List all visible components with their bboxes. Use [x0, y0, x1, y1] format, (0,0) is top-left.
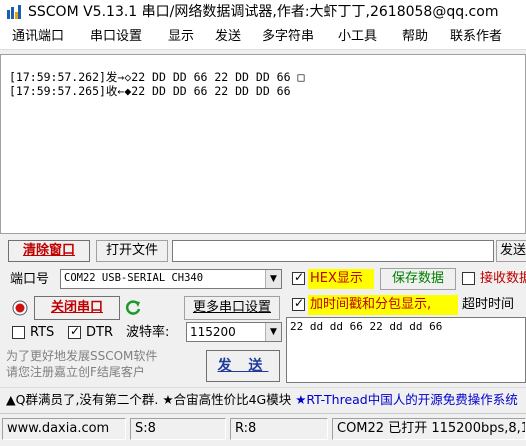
menu-multi-string[interactable]: 多字符串 [262, 28, 314, 46]
hex-display-checkbox[interactable] [292, 270, 305, 285]
promo-line-1: 为了更好地发展SSCOM软件 [6, 349, 158, 363]
timeout-label: 超时时间 [462, 297, 515, 312]
rts-checkbox[interactable] [12, 326, 25, 339]
menu-contact-author[interactable]: 联系作者 [450, 28, 502, 46]
hex-display-label: HEX显示 [310, 271, 363, 286]
refresh-icon[interactable] [124, 299, 142, 317]
menu-tools[interactable]: 小工具 [338, 28, 377, 46]
menu-help[interactable]: 帮助 [402, 28, 428, 46]
baud-rate-select[interactable]: 115200 ▼ [186, 322, 282, 342]
close-port-button[interactable]: 关闭串口 [34, 296, 120, 320]
dtr-label: DTR [86, 325, 113, 340]
open-file-button[interactable]: 打开文件 [96, 240, 168, 262]
more-serial-settings-button[interactable]: 更多串口设置 [184, 296, 280, 320]
port-select[interactable]: COM22 USB-SERIAL CH340 ▼ [60, 269, 282, 289]
timestamp-label: 加时间戳和分包显示, [310, 297, 432, 312]
timestamp-checkbox[interactable] [292, 296, 305, 311]
status-port-state: COM22 已打开 115200bps,8,1,None,None [332, 418, 526, 440]
port-select-value: COM22 USB-SERIAL CH340 [64, 272, 204, 284]
ticker-link-rtthread[interactable]: ★RT-Thread中国人的开源免费操作系统 [295, 392, 518, 407]
ticker-notice: ▲Q群满员了,没有第二个群. ★合宙高性价比4G模块 [6, 392, 296, 407]
status-bar: www.daxia.com S:8 R:8 COM22 已打开 115200bp… [0, 413, 526, 446]
info-ticker: ▲Q群满员了,没有第二个群. ★合宙高性价比4G模块 ★RT-Thread中国人… [0, 387, 526, 411]
chevron-down-icon[interactable]: ▼ [265, 323, 281, 341]
dtr-checkbox[interactable] [68, 324, 81, 339]
status-sent-count: S:8 [130, 418, 226, 440]
clear-window-button[interactable]: 清除窗口 [8, 240, 90, 262]
port-label: 端口号 [10, 272, 50, 287]
file-path-input[interactable] [172, 240, 494, 262]
baud-rate-value: 115200 [190, 325, 236, 339]
menu-bar: 通讯端口 串口设置 显示 发送 多字符串 小工具 帮助 联系作者 [0, 24, 526, 50]
port-status-icon [12, 300, 28, 316]
send-file-button[interactable]: 发送文件 [496, 240, 526, 262]
menu-comm-port[interactable]: 通讯端口 [12, 28, 64, 46]
rts-label: RTS [30, 325, 55, 340]
save-data-button[interactable]: 保存数据 [380, 268, 456, 290]
send-text-value: 22 dd dd 66 22 dd dd 66 [290, 320, 443, 333]
receive-area[interactable]: [17:59:57.262]发→◇22 DD DD 66 22 DD DD 66… [0, 54, 526, 234]
recv-to-file-checkbox[interactable] [462, 272, 475, 285]
menu-display[interactable]: 显示 [168, 28, 194, 46]
chevron-down-icon[interactable]: ▼ [265, 270, 281, 288]
promo-line-2: 请您注册嘉立创F结尾客户 [6, 365, 145, 379]
receive-line-sent: [17:59:57.262]发→◇22 DD DD 66 22 DD DD 66… [9, 70, 305, 84]
app-icon [7, 5, 21, 19]
recv-to-file-label: 接收数据到文件 [480, 271, 526, 286]
receive-line-received: [17:59:57.265]收←◆22 DD DD 66 22 DD DD 66 [9, 84, 291, 98]
status-received-count: R:8 [230, 418, 328, 440]
menu-serial-settings[interactable]: 串口设置 [90, 28, 142, 46]
send-text-area[interactable]: 22 dd dd 66 22 dd dd 66 [286, 317, 526, 383]
ticker-text: ▲Q群满员了,没有第二个群. ★合宙高性价比4G模块 ★RT-Thread中国人… [6, 392, 518, 408]
title-bar: SSCOM V5.13.1 串口/网络数据调试器,作者:大虾丁丁,2618058… [0, 0, 526, 24]
status-website[interactable]: www.daxia.com [2, 418, 126, 440]
send-button[interactable]: 发 送 [206, 350, 280, 382]
promo-text: 为了更好地发展SSCOM软件 请您注册嘉立创F结尾客户 [6, 348, 196, 380]
menu-send[interactable]: 发送 [215, 28, 241, 46]
window-title: SSCOM V5.13.1 串口/网络数据调试器,作者:大虾丁丁,2618058… [28, 4, 499, 20]
baud-label: 波特率: [126, 325, 170, 340]
